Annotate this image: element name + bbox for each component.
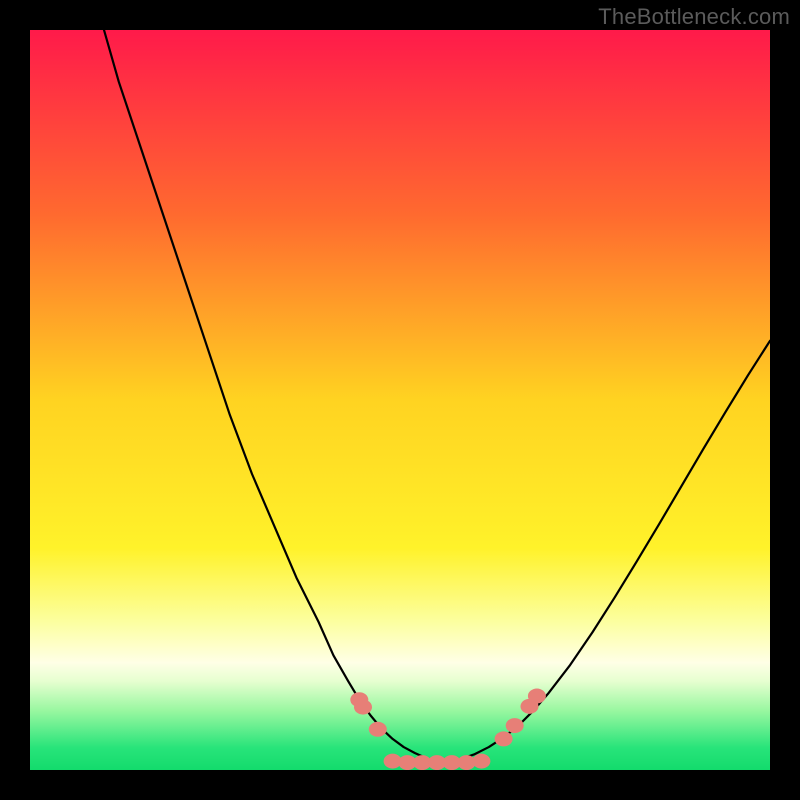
marker-point bbox=[472, 754, 490, 769]
series-right-curve bbox=[444, 341, 770, 763]
series-left-curve bbox=[104, 30, 444, 763]
plot-area bbox=[30, 30, 770, 770]
marker-point bbox=[506, 718, 524, 733]
chart-frame: TheBottleneck.com bbox=[0, 0, 800, 800]
curves-layer bbox=[30, 30, 770, 770]
marker-point bbox=[369, 722, 387, 737]
marker-point bbox=[354, 700, 372, 715]
watermark-text: TheBottleneck.com bbox=[598, 4, 790, 30]
marker-point bbox=[528, 689, 546, 704]
marker-point bbox=[495, 731, 513, 746]
